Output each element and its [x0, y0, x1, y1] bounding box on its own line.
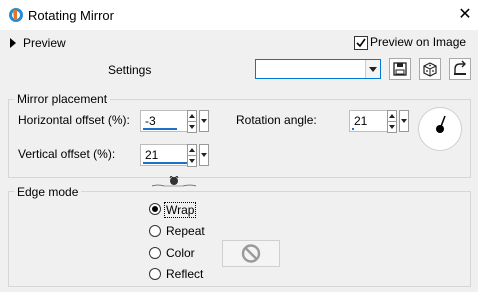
rotation-angle-label: Rotation angle:	[236, 113, 317, 127]
value-slider-bar[interactable]	[352, 128, 354, 130]
edge-color-swatch[interactable]	[222, 240, 280, 267]
edge-mode-label-reflect[interactable]: Reflect	[166, 267, 203, 281]
vertical-offset-input[interactable]: 21	[140, 144, 188, 166]
save-icon	[393, 62, 407, 76]
no-color-icon	[241, 244, 261, 263]
reset-icon	[454, 60, 466, 75]
reset-button[interactable]	[449, 58, 471, 80]
expand-triangle-icon	[10, 38, 16, 48]
edge-mode-label-wrap[interactable]: Wrap	[164, 202, 197, 218]
value-slider-bar[interactable]	[143, 128, 177, 130]
edge-mode-radio-wrap[interactable]	[149, 203, 161, 215]
edge-mode-label-repeat[interactable]: Repeat	[166, 224, 205, 238]
edge-mode-radio-reflect[interactable]	[149, 268, 161, 280]
preview-on-image-label: Preview on Image	[370, 35, 467, 49]
window-title: Rotating Mirror	[28, 8, 114, 23]
settings-label: Settings	[108, 63, 152, 77]
preview-label: Preview	[23, 36, 66, 50]
horizontal-offset-value: -3	[145, 114, 156, 128]
rotation-angle-dropdown[interactable]	[399, 110, 409, 132]
mirror-placement-title: Mirror placement	[14, 92, 111, 106]
rotation-angle-value: 21	[354, 114, 368, 128]
horizontal-offset-label: Horizontal offset (%):	[18, 113, 130, 127]
randomize-dice-icon	[423, 62, 437, 77]
edge-mode-radio-repeat[interactable]	[149, 225, 161, 237]
randomize-button[interactable]	[419, 58, 441, 80]
edge-mode-group	[8, 191, 471, 287]
checkmark-icon	[356, 38, 366, 48]
save-preset-button[interactable]	[389, 58, 411, 80]
spin-down-icon[interactable]	[187, 121, 197, 133]
edge-mode-title: Edge mode	[14, 185, 82, 199]
vertical-offset-spinner[interactable]	[187, 144, 197, 167]
settings-combo[interactable]	[255, 59, 381, 79]
vertical-offset-dropdown[interactable]	[199, 144, 209, 166]
horizontal-offset-spinner[interactable]	[187, 110, 197, 133]
rotation-angle-spinner[interactable]	[387, 110, 397, 133]
spin-down-icon[interactable]	[187, 155, 197, 167]
value-slider-bar[interactable]	[143, 162, 187, 164]
spin-down-icon[interactable]	[387, 121, 397, 133]
vertical-offset-label: Vertical offset (%):	[18, 147, 116, 161]
rotation-dial[interactable]	[418, 107, 462, 151]
horizontal-offset-input[interactable]: -3	[140, 110, 188, 132]
edge-mode-label-color[interactable]: Color	[166, 246, 195, 260]
horizontal-offset-dropdown[interactable]	[199, 110, 209, 132]
preview-toggle[interactable]: Preview	[10, 36, 66, 50]
vertical-offset-value: 21	[145, 148, 159, 162]
app-logo-icon	[9, 8, 23, 22]
close-button[interactable]: ✕	[455, 5, 475, 25]
preview-on-image-checkbox[interactable]	[354, 36, 368, 50]
chevron-down-icon[interactable]	[365, 60, 380, 78]
edge-mode-radio-color[interactable]	[149, 247, 161, 259]
watermark-logo-icon	[151, 176, 197, 187]
rotation-needle-icon	[436, 115, 446, 133]
title-bar: Rotating Mirror ✕	[0, 0, 478, 30]
